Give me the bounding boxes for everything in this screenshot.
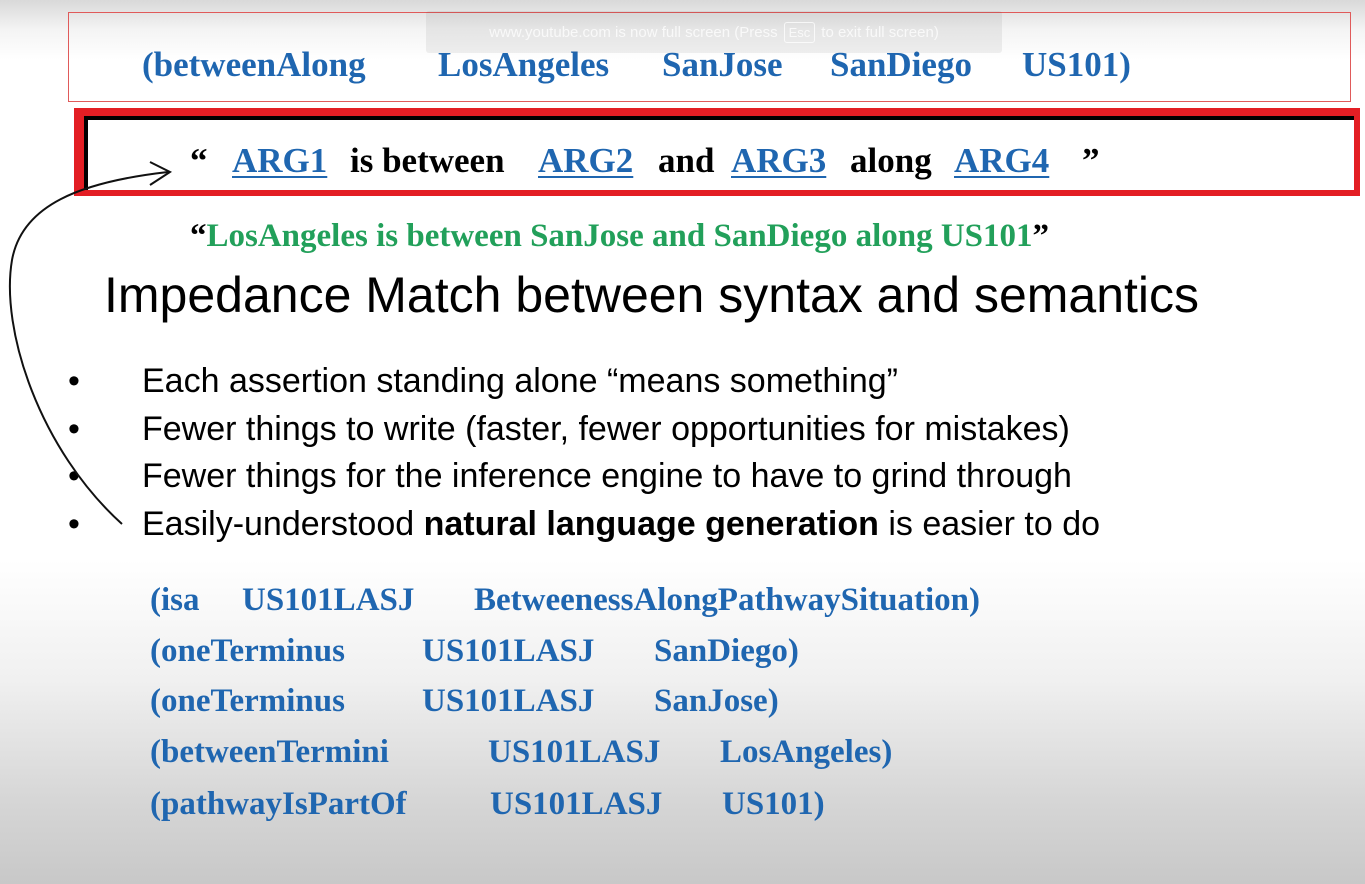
list-item: • Fewer things for the inference engine …	[0, 456, 1365, 496]
fullscreen-notice-text: www.youtube.com is now full screen (Pres…	[489, 23, 778, 41]
bullet-marker: •	[68, 410, 80, 448]
generated-gloss: “LosAngeles is between SanJose and SanDi…	[190, 216, 1049, 256]
close-quote: ”	[1032, 218, 1050, 254]
bullet-text-plain: Easily-understood	[142, 505, 424, 543]
arg4-placeholder: ARG4	[954, 141, 1050, 180]
template-text: along	[850, 141, 932, 180]
fullscreen-notice: www.youtube.com is now full screen (Pres…	[426, 11, 1002, 53]
axiom-term: US101LASJ	[490, 786, 663, 822]
axiom-predicate: (pathwayIsPartOf	[150, 786, 407, 822]
axiom-predicate: (oneTerminus	[150, 683, 345, 719]
axiom-term: US101LASJ	[422, 633, 595, 669]
bullet-text: Fewer things to write (faster, fewer opp…	[142, 410, 1070, 448]
bullet-marker: •	[68, 505, 80, 543]
list-item: • Easily-understood natural language gen…	[0, 504, 1365, 544]
list-item: • Each assertion standing alone “means s…	[0, 361, 1365, 401]
arg2-placeholder: ARG2	[538, 141, 634, 180]
bullet-text-plain: is easier to do	[878, 505, 1101, 543]
template-text: and	[658, 141, 715, 180]
bullet-text: Fewer things for the inference engine to…	[142, 457, 1072, 495]
esc-key-hint: Esc	[783, 21, 816, 43]
template-text: is between	[350, 141, 505, 180]
axiom-term: US101LASJ	[488, 734, 661, 770]
axiom-term: SanDiego)	[654, 633, 799, 669]
axiom-term: BetweenessAlongPathwaySituation)	[474, 582, 981, 618]
list-item: • Fewer things to write (faster, fewer o…	[0, 409, 1365, 449]
axiom-term: US101LASJ	[242, 582, 415, 618]
gloss-text: LosAngeles is between SanJose and SanDie…	[206, 218, 1033, 254]
axiom-predicate: (oneTerminus	[150, 633, 345, 669]
arg1-placeholder: ARG1	[232, 141, 328, 180]
predicate-token: (betweenAlong	[142, 45, 366, 84]
arg3-placeholder: ARG3	[731, 141, 827, 180]
axiom-term: US101)	[722, 786, 825, 822]
open-quote: “	[190, 218, 207, 254]
argument-token: US101)	[1022, 45, 1131, 84]
bullet-text-bold: natural language generation	[423, 505, 879, 543]
bullet-text: Easily-understood natural language gener…	[142, 504, 1100, 544]
close-quote: ”	[1082, 141, 1100, 180]
open-quote: “	[190, 141, 208, 180]
slide-heading: Impedance Match between syntax and seman…	[104, 267, 1200, 323]
axiom-term: LosAngeles)	[720, 734, 893, 770]
fullscreen-notice-text: to exit full screen)	[821, 23, 939, 41]
axiom-predicate: (betweenTermini	[150, 734, 389, 770]
bullet-text: Each assertion standing alone “means som…	[142, 362, 898, 400]
axiom-term: SanJose)	[654, 683, 779, 719]
bullet-marker: •	[68, 362, 80, 400]
axiom-predicate: (isa	[150, 582, 200, 618]
axiom-term: US101LASJ	[422, 683, 595, 719]
bullet-marker: •	[68, 457, 80, 495]
